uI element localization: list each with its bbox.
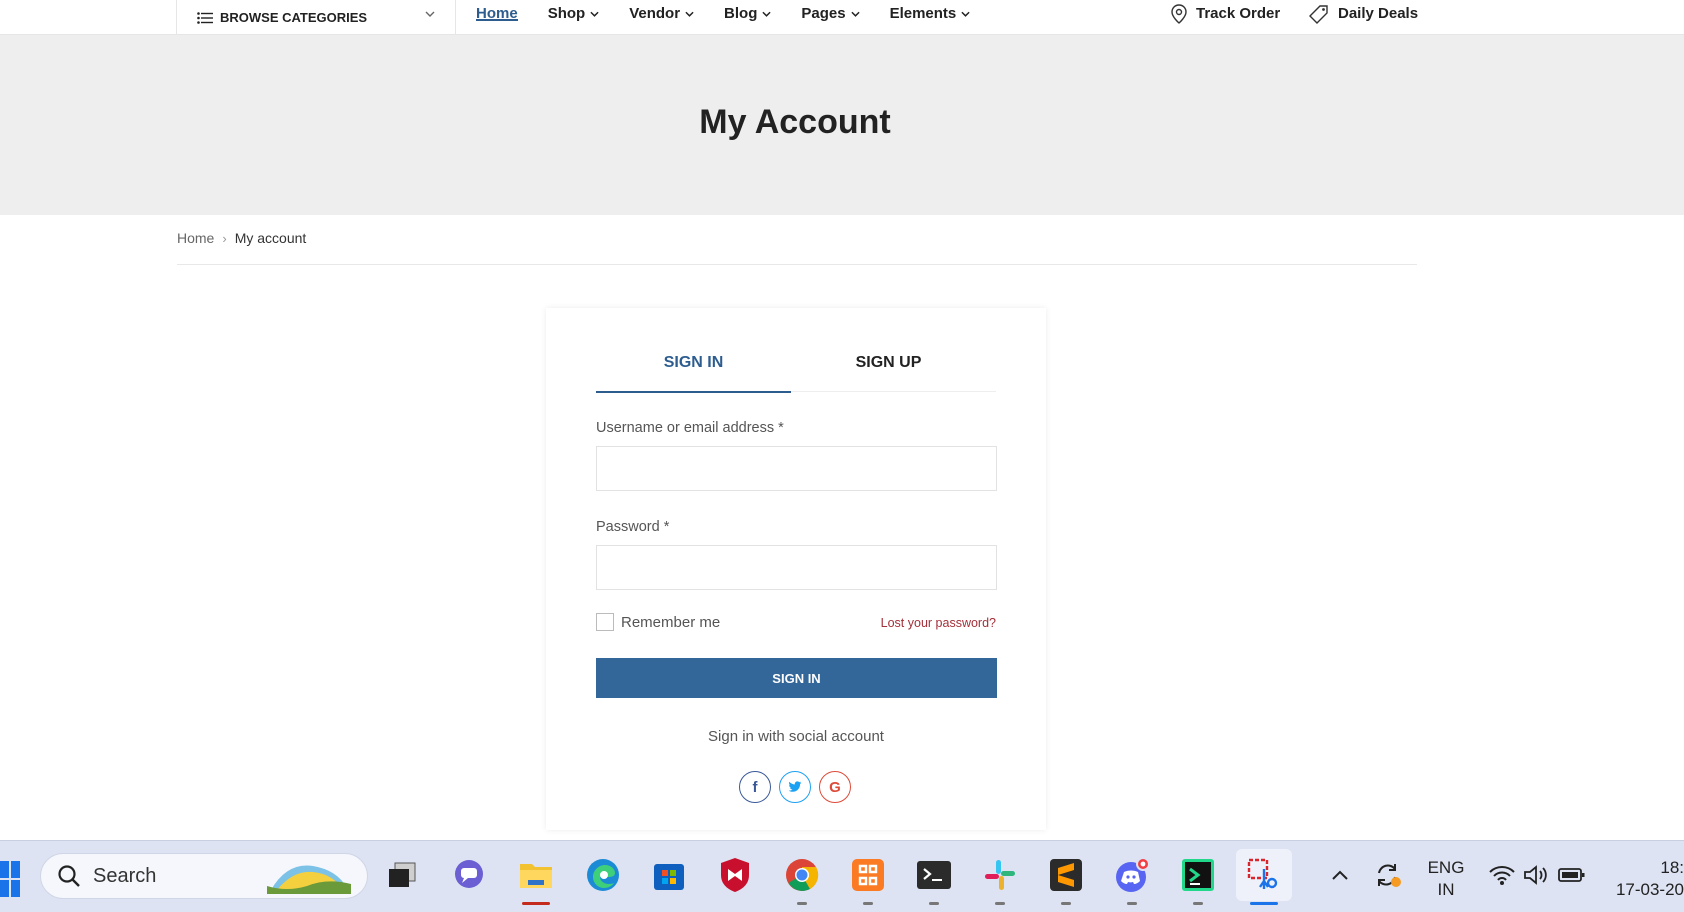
social-buttons: f G (739, 771, 851, 803)
search-highlight-image (267, 865, 351, 894)
active-indicator (797, 902, 807, 905)
active-indicator (1127, 902, 1137, 905)
file-explorer-icon[interactable] (516, 855, 556, 905)
breadcrumb: Home › My account (177, 230, 306, 246)
breadcrumb-current: My account (234, 230, 307, 246)
windows-start-icon[interactable] (0, 861, 20, 897)
password-label-text: Password (596, 519, 660, 535)
top-navigation: BROWSE CATEGORIES Home Shop Vendor Blog … (0, 0, 1684, 35)
language-region: IN (1437, 880, 1455, 899)
main-menu: Home Shop Vendor Blog Pages Elements (476, 0, 1000, 35)
active-indicator (1061, 902, 1071, 905)
slack-icon[interactable] (980, 855, 1020, 905)
twitter-bird-icon (788, 781, 802, 792)
daily-deals-label: Daily Deals (1338, 5, 1419, 22)
remember-me: Remember me (596, 613, 720, 631)
sign-in-button[interactable]: SIGN IN (596, 658, 997, 698)
task-view-icon[interactable] (382, 855, 422, 895)
tab-sign-up[interactable]: SIGN UP (791, 348, 986, 391)
active-indicator (863, 902, 873, 905)
twitter-icon[interactable] (779, 771, 811, 803)
system-clock[interactable]: 18: 17-03-20 (1608, 857, 1684, 901)
clock-date: 17-03-20 (1615, 880, 1684, 899)
username-label-text: Username or email address (596, 420, 775, 436)
tab-sign-in[interactable]: SIGN IN (596, 348, 791, 393)
active-indicator (1193, 902, 1203, 905)
battery-icon[interactable] (1552, 855, 1592, 895)
divider (177, 264, 1417, 265)
daily-deals-link[interactable]: Daily Deals (1308, 0, 1418, 35)
username-label: Username or email address * (596, 420, 784, 436)
browse-categories-label: BROWSE CATEGORIES (220, 10, 368, 25)
auth-tabs: SIGN IN SIGN UP (596, 348, 996, 393)
login-card: SIGN IN SIGN UP Username or email addres… (546, 308, 1046, 830)
chevron-down-icon (685, 11, 694, 17)
volume-icon[interactable] (1516, 855, 1556, 895)
nav-link-label: Shop (547, 5, 586, 22)
username-input[interactable] (596, 446, 997, 491)
search-icon (58, 865, 80, 887)
active-indicator (1250, 902, 1278, 905)
xampp-icon[interactable] (848, 855, 888, 905)
nav-link-label: Home (476, 5, 518, 22)
nav-link-elements[interactable]: Elements (890, 0, 971, 31)
language-code: ENG (1427, 858, 1465, 877)
chevron-down-icon (762, 11, 771, 17)
facebook-icon[interactable]: f (739, 771, 771, 803)
chevron-down-icon (850, 11, 860, 17)
password-label: Password * (596, 519, 669, 535)
chevron-right-icon: › (222, 230, 227, 246)
nav-link-vendor[interactable]: Vendor (629, 0, 694, 31)
password-input[interactable] (596, 545, 997, 590)
remember-me-checkbox[interactable] (596, 613, 614, 631)
language-indicator[interactable]: ENG IN (1424, 857, 1468, 901)
active-indicator (929, 902, 939, 905)
taskbar-search-box[interactable]: Search (40, 853, 368, 899)
page-header: My Account (0, 35, 1684, 215)
microsoft-store-icon[interactable] (649, 855, 689, 895)
required-mark: * (778, 420, 784, 436)
required-mark: * (663, 519, 670, 535)
discord-icon[interactable] (1112, 855, 1152, 905)
pycharm-icon[interactable] (1178, 855, 1218, 905)
chevron-down-icon (590, 11, 599, 17)
nav-link-pages[interactable]: Pages (801, 0, 860, 31)
page-title: My Account (699, 103, 891, 141)
nav-link-label: Elements (889, 5, 957, 22)
price-tag-icon (1309, 4, 1328, 24)
nav-link-label: Blog (724, 5, 758, 22)
teams-chat-icon[interactable] (449, 855, 489, 895)
chevron-down-icon (425, 11, 435, 17)
sync-icon[interactable] (1368, 855, 1408, 895)
active-indicator (995, 902, 1005, 905)
breadcrumb-home-link[interactable]: Home (177, 230, 214, 246)
track-order-link[interactable]: Track Order (1170, 0, 1280, 35)
chrome-browser-icon[interactable] (782, 855, 822, 905)
nav-link-home[interactable]: Home (476, 0, 518, 31)
sublime-text-icon[interactable] (1046, 855, 1086, 905)
list-menu-icon (197, 11, 213, 24)
windows-taskbar: Search ENG IN 18: 17-03-20 (0, 840, 1684, 912)
chevron-down-icon (961, 11, 970, 17)
browse-categories-button[interactable]: BROWSE CATEGORIES (176, 0, 456, 35)
google-icon[interactable]: G (819, 771, 851, 803)
terminal-icon[interactable] (914, 855, 954, 905)
nav-link-shop[interactable]: Shop (548, 0, 600, 31)
track-order-label: Track Order (1196, 5, 1281, 22)
nav-link-label: Vendor (629, 5, 681, 22)
snipping-tool-icon[interactable] (1236, 849, 1292, 905)
nav-link-blog[interactable]: Blog (724, 0, 771, 31)
remember-me-label: Remember me (621, 613, 721, 631)
map-pin-icon (1171, 3, 1187, 24)
lost-password-link[interactable]: Lost your password? (881, 616, 996, 630)
search-placeholder: Search (93, 864, 157, 887)
edge-browser-icon[interactable] (583, 855, 623, 895)
active-indicator (522, 902, 550, 905)
nav-link-label: Pages (801, 5, 846, 22)
chevron-up-icon[interactable] (1320, 855, 1360, 895)
social-signin-text: Sign in with social account (708, 728, 884, 745)
clock-time: 18: (1660, 858, 1684, 877)
mcafee-icon[interactable] (715, 855, 755, 895)
